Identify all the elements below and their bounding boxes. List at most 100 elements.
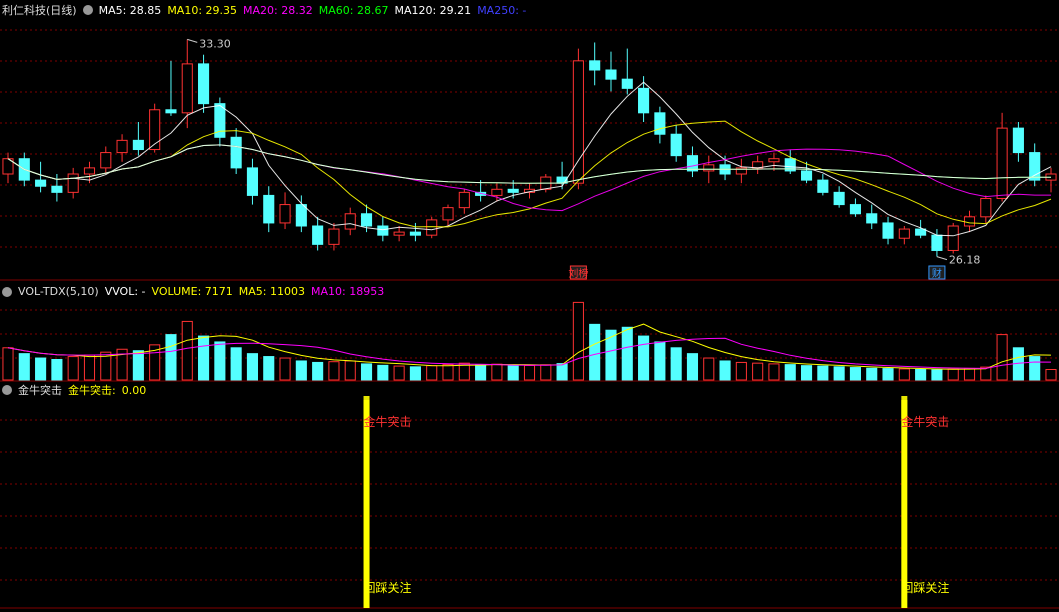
candle-body bbox=[312, 225, 324, 245]
candle-body bbox=[393, 231, 405, 236]
low-pointer bbox=[936, 256, 948, 261]
volume-bar bbox=[686, 353, 699, 381]
volume-bar bbox=[703, 357, 715, 381]
volume-bar bbox=[866, 367, 878, 381]
volume-bar bbox=[719, 360, 731, 381]
candle-body bbox=[198, 63, 210, 105]
volume-bar bbox=[165, 334, 177, 381]
volume-bar bbox=[849, 367, 861, 381]
volume-bar bbox=[67, 356, 79, 381]
candle-body bbox=[230, 136, 242, 169]
volume-bar bbox=[605, 329, 617, 381]
ma-label-3: MA60: 28.67 bbox=[318, 3, 389, 17]
candle-body bbox=[360, 213, 373, 227]
candle-body bbox=[800, 170, 813, 181]
volume-bar bbox=[784, 364, 796, 381]
volume-bar bbox=[523, 365, 536, 381]
volume-bar bbox=[752, 362, 764, 381]
candle-body bbox=[963, 216, 976, 227]
moving-average-lines bbox=[7, 81, 1052, 237]
low-label: 26.18 bbox=[949, 254, 981, 267]
candle-body bbox=[507, 188, 519, 193]
signal-top-text: 金牛突击 bbox=[364, 414, 412, 429]
candle-body bbox=[51, 185, 63, 193]
volume-bar bbox=[735, 361, 747, 381]
vol-label-3: MA10: 18953 bbox=[311, 285, 385, 298]
volume-bar bbox=[230, 347, 242, 381]
candle-body bbox=[1012, 127, 1024, 154]
volume-bar bbox=[670, 347, 682, 381]
candle-body bbox=[670, 133, 682, 157]
candle-body bbox=[83, 167, 96, 175]
vol-label-0: VVOL: - bbox=[104, 285, 146, 298]
volume-bar bbox=[817, 365, 829, 381]
volume-bar bbox=[638, 335, 650, 381]
candle-body bbox=[686, 155, 699, 172]
candle-body bbox=[344, 213, 356, 230]
candle-body bbox=[279, 204, 291, 224]
volume-bar bbox=[947, 368, 959, 381]
volume-bar bbox=[507, 365, 519, 381]
signal-title: 金牛突击 bbox=[18, 384, 62, 397]
candle-body bbox=[703, 164, 715, 172]
volume-bar bbox=[328, 361, 340, 381]
volume-bar bbox=[572, 301, 584, 381]
candle-body bbox=[67, 173, 79, 193]
signal-value: 0.00 bbox=[121, 383, 147, 397]
volume-bar bbox=[621, 326, 633, 381]
candle-body bbox=[768, 158, 780, 163]
candle-body bbox=[589, 60, 601, 71]
volume-bar bbox=[393, 365, 405, 381]
candle-body bbox=[931, 234, 943, 251]
volume-bar bbox=[898, 368, 910, 381]
signal-bars: 金牛突击回踩关注 金牛突击回踩关注 bbox=[363, 396, 949, 608]
volume-bar bbox=[1029, 356, 1041, 381]
candle-body bbox=[409, 231, 421, 236]
candle-body bbox=[100, 152, 112, 169]
volume-bar bbox=[295, 360, 307, 381]
candle-body bbox=[833, 191, 845, 206]
volume-bar bbox=[491, 363, 503, 381]
volume-bar bbox=[556, 363, 568, 381]
volume-bar bbox=[279, 357, 291, 381]
candle-body bbox=[328, 228, 340, 245]
volume-bar bbox=[426, 365, 438, 381]
candle-body bbox=[817, 179, 829, 193]
vol-ma5-line bbox=[7, 323, 1052, 370]
volume-bar bbox=[931, 369, 943, 381]
volume-bar bbox=[442, 364, 454, 381]
candle-body bbox=[882, 222, 894, 239]
candle-body bbox=[1029, 152, 1041, 181]
settings-icon[interactable] bbox=[82, 5, 93, 15]
high-pointer bbox=[187, 38, 198, 43]
volume-bar bbox=[915, 368, 927, 381]
ma-label-list: MA5: 28.85 MA10: 29.35 MA20: 28.32 MA60: 28… bbox=[99, 4, 527, 17]
signal-bottom-text: 回踩关注 bbox=[364, 580, 412, 595]
candle-body bbox=[866, 213, 878, 224]
ma60-line bbox=[7, 144, 1051, 184]
volume-bar bbox=[768, 363, 780, 381]
volume-bar bbox=[475, 364, 487, 381]
candle-body bbox=[116, 139, 128, 154]
candle-body bbox=[458, 191, 470, 209]
settings-icon[interactable] bbox=[2, 385, 12, 395]
settings-icon[interactable] bbox=[2, 286, 12, 297]
stock-chart[interactable]: 金牛突击回踩关注 金牛突击回踩关注 33.30 26.18 刘榜 财 bbox=[0, 0, 1059, 612]
candlesticks bbox=[2, 39, 1057, 257]
candle-body bbox=[980, 197, 992, 218]
candle-body bbox=[165, 109, 177, 114]
volume-bar bbox=[2, 347, 14, 381]
signal-bottom-text: 回踩关注 bbox=[901, 580, 949, 595]
volume-bar bbox=[198, 335, 210, 381]
price-title: 利仁科技(日线) bbox=[2, 4, 77, 17]
signal-panel-header: 金牛突击 金牛突击: 0.00 bbox=[2, 382, 146, 398]
volume-bar bbox=[409, 366, 421, 381]
ma-label-0: MA5: 28.85 bbox=[98, 3, 162, 17]
volume-bar bbox=[18, 353, 30, 381]
volume-bar bbox=[963, 367, 976, 381]
signal-label: 金牛突击: bbox=[68, 384, 116, 397]
candle-body bbox=[442, 207, 454, 221]
volume-bar bbox=[589, 323, 601, 381]
candle-body bbox=[132, 139, 144, 151]
volume-bar bbox=[214, 341, 226, 381]
